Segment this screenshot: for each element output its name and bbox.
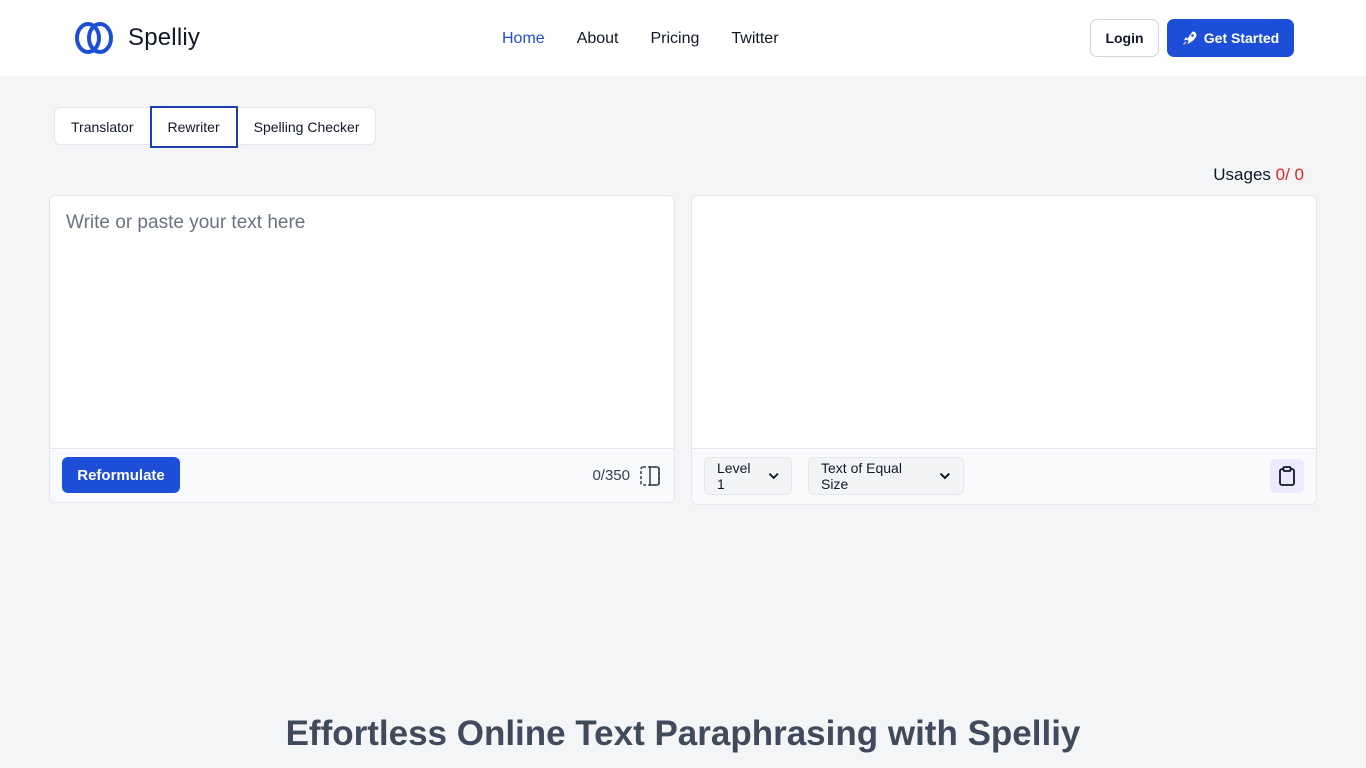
brand-logo-link[interactable]: Spelliy	[74, 20, 200, 56]
logo-loops-icon	[75, 22, 113, 54]
tab-rewriter[interactable]: Rewriter	[149, 106, 238, 148]
tab-spelling-checker[interactable]: Spelling Checker	[238, 108, 376, 146]
main-nav: Home About Pricing Twitter	[502, 30, 811, 48]
input-panel: Reformulate 0/350	[49, 195, 675, 503]
nav-about-link[interactable]: About	[577, 30, 619, 48]
tab-translator[interactable]: Translator	[55, 108, 150, 146]
hero-title: Effortless Online Text Paraphrasing with…	[285, 714, 1081, 753]
copy-button[interactable]	[1270, 459, 1304, 493]
split-view-icon[interactable]	[639, 465, 661, 487]
login-button[interactable]: Login	[1090, 19, 1159, 57]
rocket-icon	[1182, 31, 1197, 46]
input-panel-footer: Reformulate 0/350	[50, 448, 674, 502]
output-text-area	[692, 196, 1316, 450]
usage-count: 0/ 0	[1275, 165, 1304, 184]
clipboard-icon	[1279, 466, 1295, 486]
level-select-value: Level 1	[717, 460, 751, 492]
chevron-down-icon	[939, 472, 951, 480]
nav-twitter-link[interactable]: Twitter	[731, 30, 778, 48]
chevron-down-icon	[768, 472, 779, 480]
nav-home-link[interactable]: Home	[502, 30, 545, 48]
reformulate-button[interactable]: Reformulate	[62, 457, 180, 493]
output-panel-footer: Level 1 Text of Equal Size	[692, 448, 1316, 504]
get-started-label: Get Started	[1203, 30, 1280, 46]
get-started-button[interactable]: Get Started	[1167, 19, 1294, 57]
nav-pricing-link[interactable]: Pricing	[651, 30, 700, 48]
text-size-select-value: Text of Equal Size	[821, 460, 902, 492]
input-textarea[interactable]	[50, 196, 674, 450]
character-count: 0/350	[592, 467, 630, 484]
usage-counter: Usages 0/ 0	[1213, 165, 1304, 185]
brand-name: Spelliy	[128, 24, 201, 51]
top-header: Spelliy Home About Pricing Twitter Login…	[0, 0, 1366, 76]
level-select[interactable]: Level 1	[704, 457, 792, 495]
text-size-select[interactable]: Text of Equal Size	[808, 457, 964, 495]
output-panel: Level 1 Text of Equal Size	[691, 195, 1317, 505]
tool-tabs: Translator Rewriter Spelling Checker	[54, 106, 377, 148]
usage-label: Usages	[1213, 165, 1271, 184]
